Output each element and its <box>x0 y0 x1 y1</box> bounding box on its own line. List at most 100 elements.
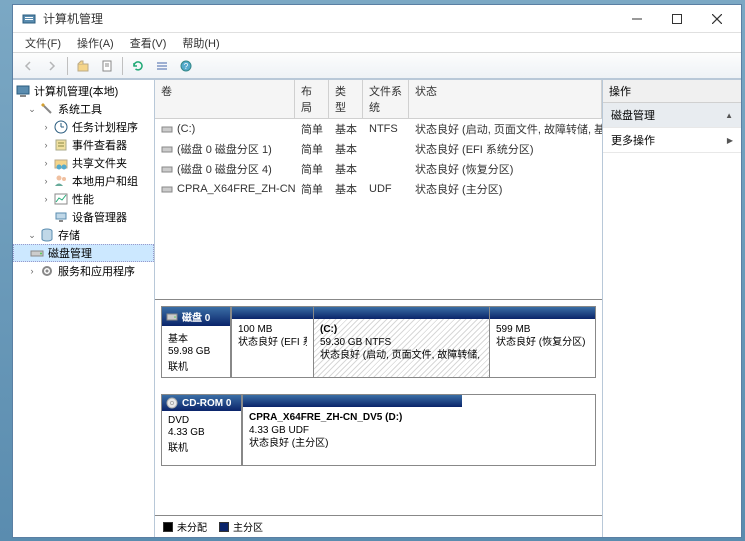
cell-volume: CPRA_X64FRE_ZH-CN_DV5 (D:) <box>155 180 295 198</box>
tree-performance[interactable]: › 性能 <box>13 190 154 208</box>
cell-volume: (磁盘 0 磁盘分区 1) <box>155 140 295 158</box>
device-icon <box>53 209 69 225</box>
action-label: 更多操作 <box>611 132 655 148</box>
partition-body: 100 MB状态良好 (EFI 系 <box>232 319 313 377</box>
tree-label: 事件查看器 <box>72 137 127 153</box>
partition-header <box>243 395 462 407</box>
tree-root[interactable]: 计算机管理(本地) <box>13 82 154 100</box>
back-button[interactable] <box>17 55 39 77</box>
tree-label: 服务和应用程序 <box>58 263 135 279</box>
volume-row[interactable]: CPRA_X64FRE_ZH-CN_DV5 (D:)简单基本UDF状态良好 (主… <box>155 179 602 199</box>
window-title: 计算机管理 <box>43 10 617 27</box>
partition[interactable]: 100 MB状态良好 (EFI 系 <box>231 307 313 377</box>
tree-label: 存储 <box>58 227 80 243</box>
forward-button[interactable] <box>41 55 63 77</box>
disk-block[interactable]: 磁盘 0基本59.98 GB联机100 MB状态良好 (EFI 系(C:)59.… <box>161 306 596 378</box>
tree-label: 系统工具 <box>58 101 102 117</box>
menubar: 文件(F) 操作(A) 查看(V) 帮助(H) <box>13 33 741 53</box>
expand-toggle[interactable]: › <box>39 120 53 134</box>
volume-row[interactable]: (磁盘 0 磁盘分区 1)简单基本 状态良好 (EFI 系统分区) <box>155 139 602 159</box>
menu-file[interactable]: 文件(F) <box>17 33 69 52</box>
header-layout[interactable]: 布局 <box>295 80 329 118</box>
cell-status: 状态良好 (EFI 系统分区) <box>409 140 602 158</box>
tree-local-users[interactable]: › 本地用户和组 <box>13 172 154 190</box>
cell-fs: UDF <box>363 180 409 198</box>
expand-toggle[interactable]: › <box>39 156 53 170</box>
volume-list-header: 卷 布局 类型 文件系统 状态 <box>155 80 602 119</box>
tree-pane[interactable]: 计算机管理(本地) ⌄ 系统工具 › 任务计划程序 › 事件查看器 › 共享文件… <box>13 80 155 537</box>
maximize-button[interactable] <box>657 6 697 32</box>
header-status[interactable]: 状态 <box>409 80 602 118</box>
refresh-button[interactable] <box>127 55 149 77</box>
tree-event-viewer[interactable]: › 事件查看器 <box>13 136 154 154</box>
svg-text:?: ? <box>184 62 189 71</box>
up-level-button[interactable] <box>72 55 94 77</box>
tree-device-manager[interactable]: 设备管理器 <box>13 208 154 226</box>
cell-type: 基本 <box>329 120 363 138</box>
tree-services-apps[interactable]: › 服务和应用程序 <box>13 262 154 280</box>
cell-volume: (磁盘 0 磁盘分区 4) <box>155 160 295 178</box>
collapse-toggle[interactable]: ⌄ <box>25 228 39 242</box>
tree-label: 计算机管理(本地) <box>34 83 118 99</box>
close-button[interactable] <box>697 6 737 32</box>
action-more-actions[interactable]: 更多操作 ▶ <box>603 128 741 153</box>
disk-block[interactable]: CD-ROM 0DVD4.33 GB联机CPRA_X64FRE_ZH-CN_DV… <box>161 394 596 466</box>
menu-action[interactable]: 操作(A) <box>69 33 122 52</box>
collapse-toggle[interactable]: ⌄ <box>25 102 39 116</box>
expand-toggle[interactable]: › <box>25 264 39 278</box>
tree-system-tools[interactable]: ⌄ 系统工具 <box>13 100 154 118</box>
volume-list[interactable]: 卷 布局 类型 文件系统 状态 (C:)简单基本NTFS状态良好 (启动, 页面… <box>155 80 602 300</box>
header-volume[interactable]: 卷 <box>155 80 295 118</box>
action-disk-management[interactable]: 磁盘管理 ▲ <box>603 103 741 128</box>
disk-partitions: CPRA_X64FRE_ZH-CN_DV5 (D:)4.33 GB UDF状态良… <box>242 395 595 465</box>
help-button[interactable]: ? <box>175 55 197 77</box>
header-type[interactable]: 类型 <box>329 80 363 118</box>
spacer <box>15 246 29 260</box>
tree-shared-folders[interactable]: › 共享文件夹 <box>13 154 154 172</box>
volume-row[interactable]: (C:)简单基本NTFS状态良好 (启动, 页面文件, 故障转储, 基本数据分 <box>155 119 602 139</box>
menu-view[interactable]: 查看(V) <box>122 33 175 52</box>
toolbar: ? <box>13 53 741 79</box>
partition[interactable]: 599 MB状态良好 (恢复分区) <box>489 307 595 377</box>
volume-icon <box>161 123 173 135</box>
workarea: 计算机管理(本地) ⌄ 系统工具 › 任务计划程序 › 事件查看器 › 共享文件… <box>13 79 741 537</box>
tree-label: 共享文件夹 <box>72 155 127 171</box>
cell-layout: 简单 <box>295 160 329 178</box>
partition-header <box>490 307 595 319</box>
expand-toggle[interactable]: › <box>39 192 53 206</box>
tree-disk-management[interactable]: 磁盘管理 <box>13 244 154 262</box>
cell-type: 基本 <box>329 140 363 158</box>
toolbar-separator <box>67 57 68 75</box>
cell-layout: 简单 <box>295 120 329 138</box>
expand-toggle[interactable]: › <box>39 174 53 188</box>
titlebar: 计算机管理 <box>13 5 741 33</box>
app-icon <box>21 11 37 27</box>
disk-graph-pane[interactable]: 磁盘 0基本59.98 GB联机100 MB状态良好 (EFI 系(C:)59.… <box>155 300 602 515</box>
partition[interactable]: CPRA_X64FRE_ZH-CN_DV5 (D:)4.33 GB UDF状态良… <box>242 395 462 465</box>
header-filesystem[interactable]: 文件系统 <box>363 80 409 118</box>
tree-storage[interactable]: ⌄ 存储 <box>13 226 154 244</box>
volume-row[interactable]: (磁盘 0 磁盘分区 4)简单基本状态良好 (恢复分区) <box>155 159 602 179</box>
tools-icon <box>39 101 55 117</box>
list-view-button[interactable] <box>151 55 173 77</box>
cell-layout: 简单 <box>295 140 329 158</box>
minimize-button[interactable] <box>617 6 657 32</box>
expand-toggle[interactable]: › <box>39 138 53 152</box>
action-label: 磁盘管理 <box>611 107 655 123</box>
tree-label: 性能 <box>72 191 94 207</box>
tree-task-scheduler[interactable]: › 任务计划程序 <box>13 118 154 136</box>
cell-fs: NTFS <box>363 120 409 138</box>
tree-label: 本地用户和组 <box>72 173 138 189</box>
partition-body: 599 MB状态良好 (恢复分区) <box>490 319 595 377</box>
partition[interactable]: (C:)59.30 GB NTFS状态良好 (启动, 页面文件, 故障转储, 基… <box>313 307 489 377</box>
submenu-arrow-icon: ▶ <box>727 136 733 145</box>
menu-help[interactable]: 帮助(H) <box>174 33 227 52</box>
cell-status: 状态良好 (主分区) <box>409 180 602 198</box>
toolbar-separator <box>122 57 123 75</box>
properties-button[interactable] <box>96 55 118 77</box>
actions-pane: 操作 磁盘管理 ▲ 更多操作 ▶ <box>603 80 741 537</box>
legend-label: 未分配 <box>177 519 207 534</box>
services-icon <box>39 263 55 279</box>
disk-info: CD-ROM 0DVD4.33 GB联机 <box>162 395 242 465</box>
tree-label: 任务计划程序 <box>72 119 138 135</box>
